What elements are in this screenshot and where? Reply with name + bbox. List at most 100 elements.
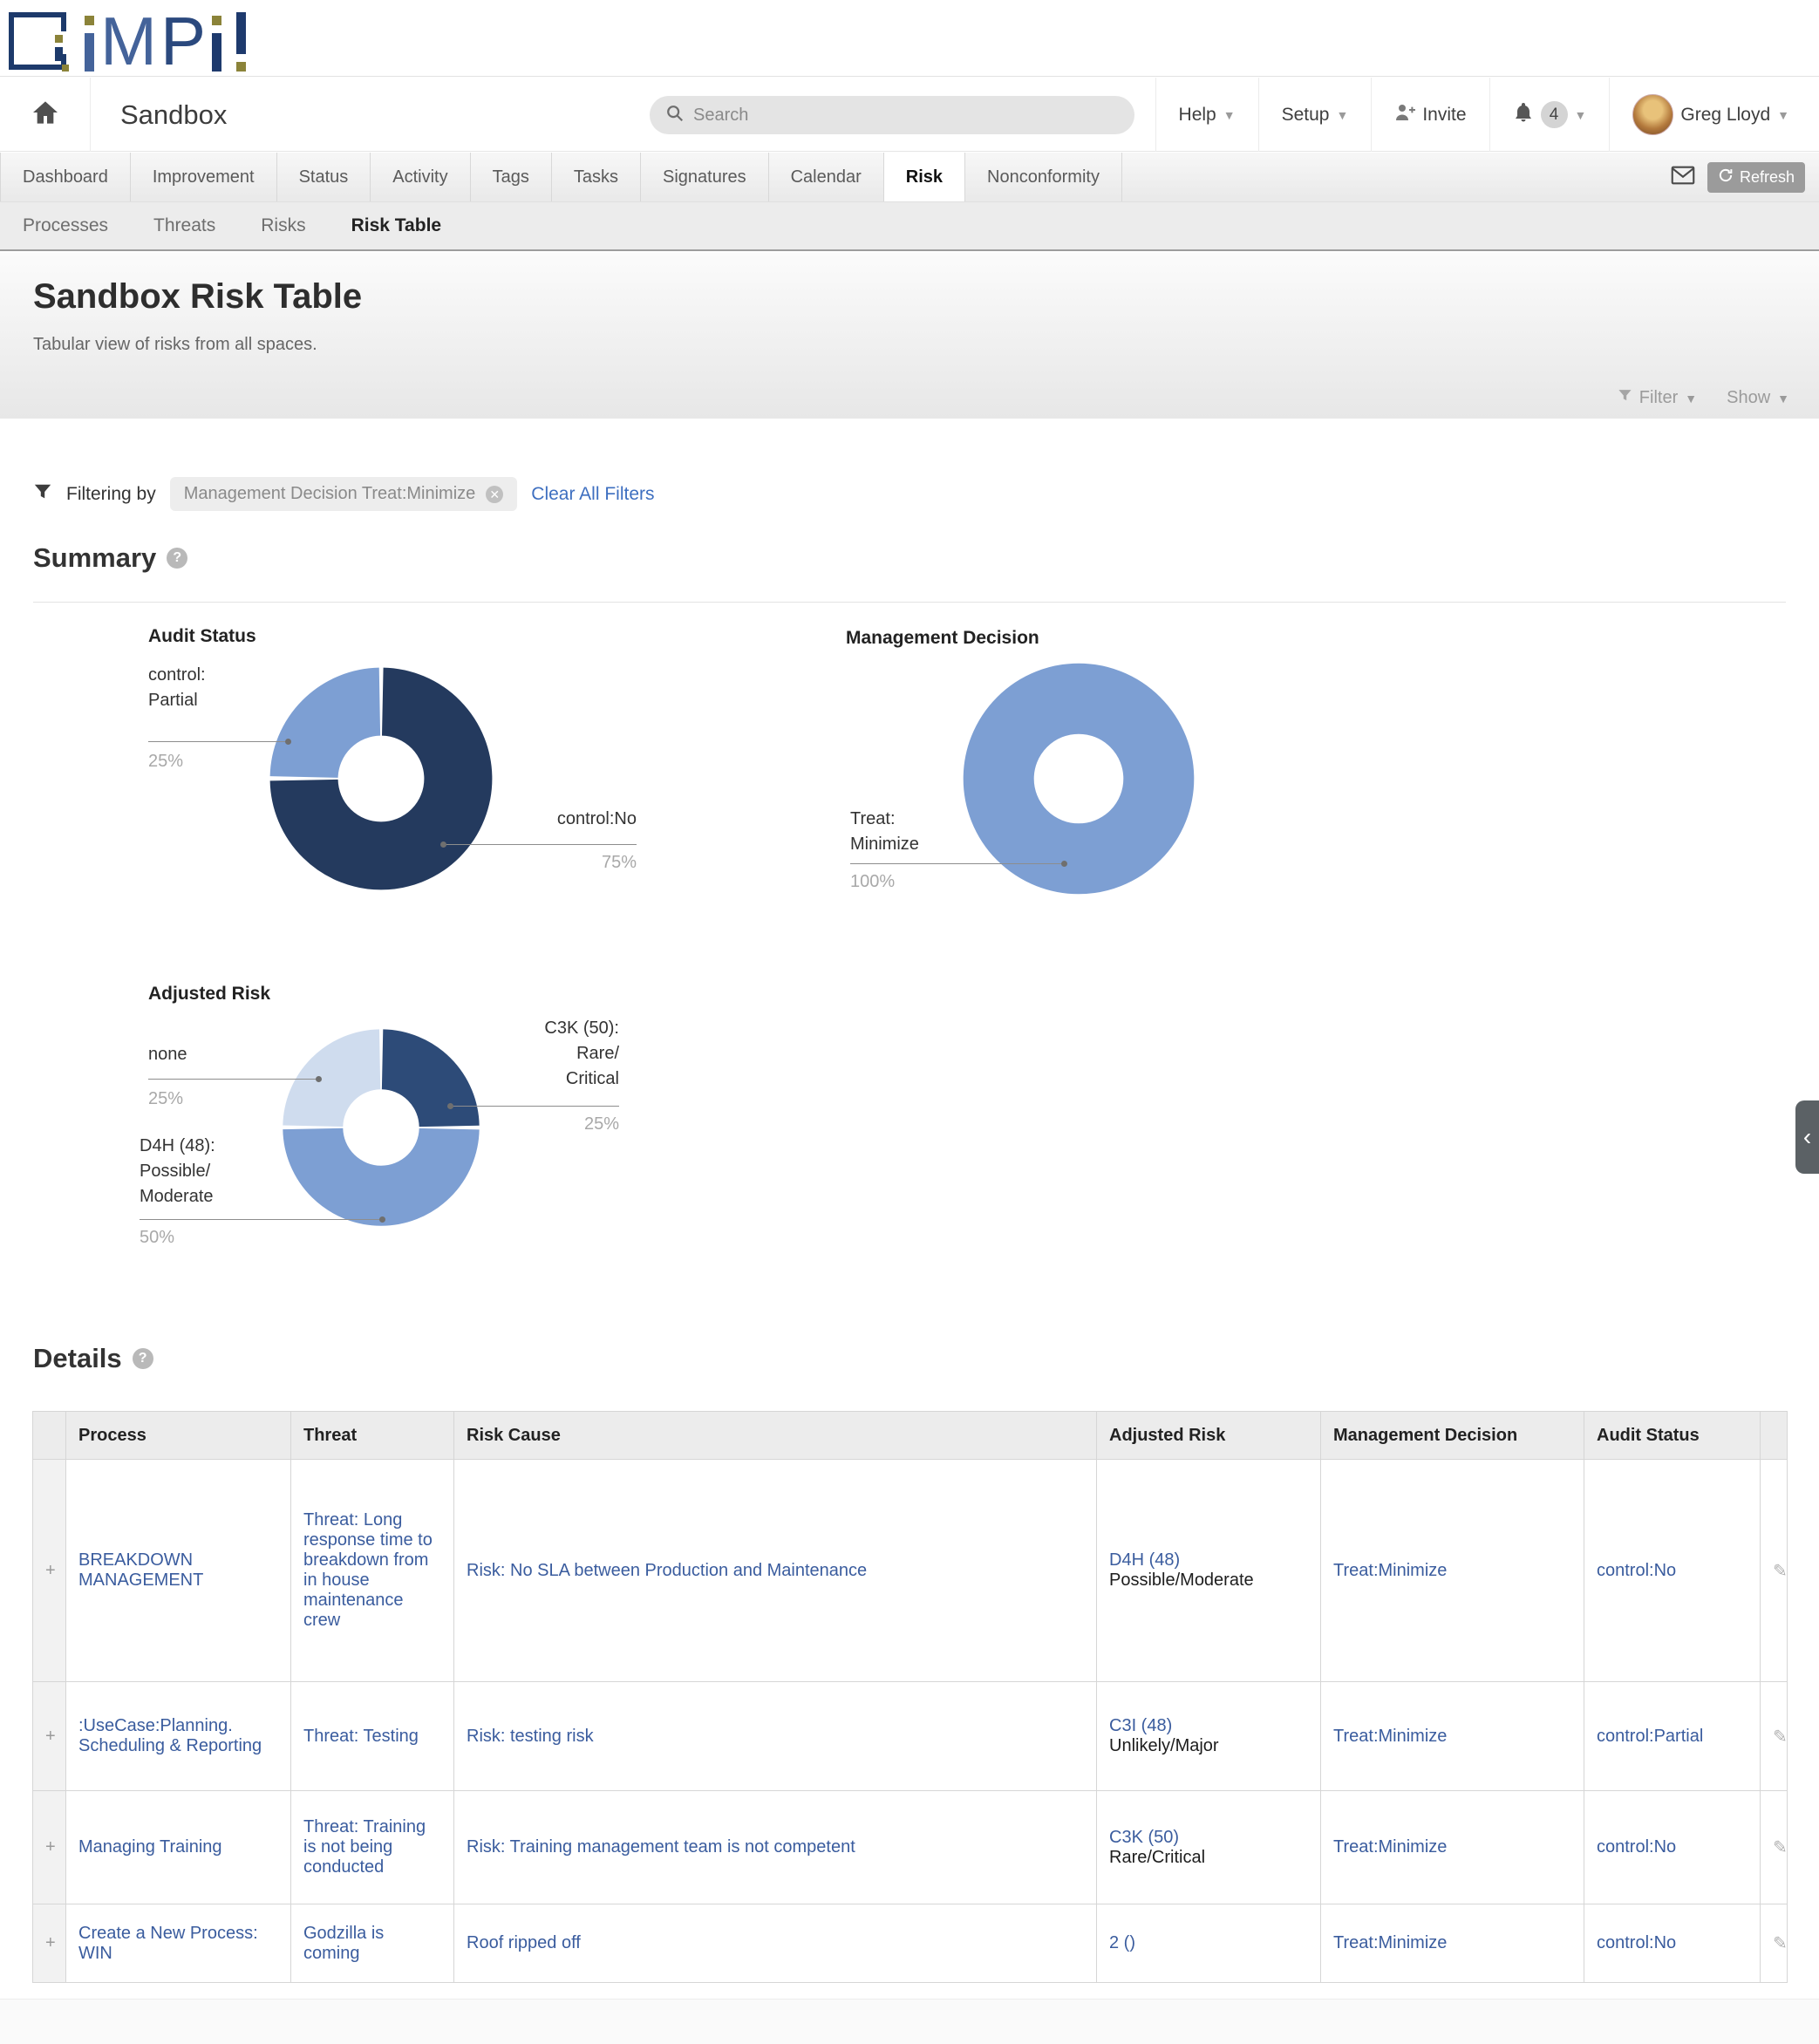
tab-risk[interactable]: Risk bbox=[884, 153, 965, 201]
slice-label: control:No bbox=[462, 807, 637, 832]
row-expander[interactable]: + bbox=[33, 1791, 66, 1904]
process-link[interactable]: Managing Training bbox=[78, 1837, 222, 1857]
adjusted-risk-text: Rare/Critical bbox=[1109, 1848, 1205, 1867]
risk-cause-link[interactable]: Roof ripped off bbox=[467, 1933, 581, 1952]
edit-button[interactable]: ✎ bbox=[1761, 1904, 1788, 1983]
threat-link[interactable]: Threat: Long response time to breakdown … bbox=[303, 1510, 433, 1630]
filter-chip[interactable]: Management Decision Treat:Minimize ✕ bbox=[170, 477, 518, 511]
tab-activity[interactable]: Activity bbox=[371, 153, 470, 201]
slice-percent: 25% bbox=[148, 752, 183, 772]
slice-percent: 75% bbox=[462, 853, 637, 873]
page-title: Sandbox Risk Table bbox=[33, 277, 362, 317]
tab-tags[interactable]: Tags bbox=[471, 153, 552, 201]
header-expander bbox=[33, 1412, 66, 1460]
risk-cause-link[interactable]: Risk: testing risk bbox=[467, 1727, 594, 1746]
logo-letter-i1 bbox=[85, 7, 94, 72]
tab-improvement[interactable]: Improvement bbox=[131, 153, 277, 201]
invite-button[interactable]: Invite bbox=[1371, 78, 1489, 152]
tab-signatures[interactable]: Signatures bbox=[641, 153, 769, 201]
subtab-risk-table[interactable]: Risk Table bbox=[351, 215, 441, 236]
page-header-band: Sandbox Risk Table Tabular view of risks… bbox=[0, 253, 1819, 419]
subtab-threats[interactable]: Threats bbox=[153, 215, 215, 236]
help-icon[interactable]: ? bbox=[167, 548, 187, 569]
search-box[interactable] bbox=[650, 96, 1134, 134]
logo-square-icon bbox=[9, 12, 66, 70]
tab-dashboard[interactable]: Dashboard bbox=[0, 153, 131, 201]
plus-icon: + bbox=[45, 1933, 56, 1952]
table-row: + :UseCase:Planning. Scheduling & Report… bbox=[33, 1682, 1788, 1791]
process-link[interactable]: BREAKDOWN MANAGEMENT bbox=[78, 1550, 203, 1590]
management-decision-link[interactable]: Treat:Minimize bbox=[1333, 1561, 1447, 1580]
refresh-button[interactable]: Refresh bbox=[1707, 162, 1805, 193]
filtering-by-label: Filtering by bbox=[66, 484, 156, 505]
filter-menu[interactable]: Filter ▼ bbox=[1618, 388, 1697, 408]
threat-link[interactable]: Godzilla is coming bbox=[303, 1924, 384, 1963]
row-expander[interactable]: + bbox=[33, 1682, 66, 1791]
adjusted-risk-link[interactable]: C3K (50) bbox=[1109, 1828, 1179, 1847]
home-icon bbox=[31, 99, 59, 131]
show-menu[interactable]: Show ▼ bbox=[1727, 388, 1789, 408]
app-logo[interactable]: M P bbox=[9, 5, 246, 72]
help-icon[interactable]: ? bbox=[133, 1348, 153, 1369]
user-menu[interactable]: Greg Lloyd ▼ bbox=[1609, 78, 1812, 152]
remove-filter-icon[interactable]: ✕ bbox=[486, 486, 503, 503]
setup-menu[interactable]: Setup ▼ bbox=[1258, 78, 1372, 152]
edit-button[interactable]: ✎ bbox=[1761, 1791, 1788, 1904]
tab-tasks[interactable]: Tasks bbox=[552, 153, 641, 201]
envelope-icon[interactable] bbox=[1671, 165, 1695, 190]
header-risk-cause[interactable]: Risk Cause bbox=[454, 1412, 1097, 1460]
subtab-processes[interactable]: Processes bbox=[23, 215, 108, 236]
user-name: Greg Lloyd bbox=[1680, 105, 1770, 126]
slice-label: C3K (50): Rare/ Critical bbox=[462, 1016, 619, 1092]
risk-cause-link[interactable]: Risk: No SLA between Production and Main… bbox=[467, 1561, 867, 1580]
funnel-icon bbox=[1618, 388, 1632, 408]
management-decision-link[interactable]: Treat:Minimize bbox=[1333, 1933, 1447, 1952]
threat-link[interactable]: Threat: Testing bbox=[303, 1727, 419, 1746]
plus-icon: + bbox=[45, 1561, 56, 1580]
audit-status-link[interactable]: control:No bbox=[1597, 1837, 1676, 1857]
edit-button[interactable]: ✎ bbox=[1761, 1682, 1788, 1791]
logo-dash bbox=[55, 47, 63, 61]
adjusted-risk-link[interactable]: 2 () bbox=[1109, 1933, 1135, 1952]
notification-count-badge: 4 bbox=[1541, 101, 1568, 128]
adjusted-risk-text: Possible/Moderate bbox=[1109, 1570, 1254, 1590]
home-button[interactable] bbox=[0, 78, 91, 152]
management-decision-link[interactable]: Treat:Minimize bbox=[1333, 1727, 1447, 1746]
edit-button[interactable]: ✎ bbox=[1761, 1460, 1788, 1682]
header-management-decision[interactable]: Management Decision bbox=[1321, 1412, 1584, 1460]
audit-status-link[interactable]: control:No bbox=[1597, 1561, 1676, 1580]
header-process[interactable]: Process bbox=[66, 1412, 291, 1460]
logo-exclamation bbox=[236, 7, 246, 72]
search-input[interactable] bbox=[693, 106, 1094, 126]
process-link[interactable]: :UseCase:Planning. Scheduling & Reportin… bbox=[78, 1716, 262, 1755]
risk-cause-link[interactable]: Risk: Training management team is not co… bbox=[467, 1837, 855, 1857]
collapse-panel-handle[interactable]: ‹ bbox=[1795, 1100, 1819, 1174]
help-menu[interactable]: Help ▼ bbox=[1155, 78, 1258, 152]
management-decision-link[interactable]: Treat:Minimize bbox=[1333, 1837, 1447, 1857]
leader-line bbox=[449, 1106, 619, 1107]
notifications-menu[interactable]: 4 ▼ bbox=[1489, 78, 1610, 152]
header-audit-status[interactable]: Audit Status bbox=[1584, 1412, 1761, 1460]
adjusted-risk-link[interactable]: D4H (48) bbox=[1109, 1550, 1180, 1570]
threat-link[interactable]: Threat: Training is not being conducted bbox=[303, 1817, 426, 1877]
app-bar-right: Help ▼ Setup ▼ Invite 4 ▼ Greg Lloyd ▼ bbox=[1155, 78, 1812, 152]
tab-nonconformity[interactable]: Nonconformity bbox=[965, 153, 1122, 201]
subtab-risks[interactable]: Risks bbox=[261, 215, 305, 236]
audit-status-link[interactable]: control:No bbox=[1597, 1933, 1676, 1952]
row-expander[interactable]: + bbox=[33, 1460, 66, 1682]
table-row: + Managing Training Threat: Training is … bbox=[33, 1791, 1788, 1904]
header-threat[interactable]: Threat bbox=[291, 1412, 454, 1460]
adjusted-risk-link[interactable]: C3I (48) bbox=[1109, 1716, 1172, 1735]
process-link[interactable]: Create a New Process: WIN bbox=[78, 1924, 258, 1963]
clear-all-filters-link[interactable]: Clear All Filters bbox=[531, 484, 654, 505]
audit-status-chart-title: Audit Status bbox=[148, 626, 256, 647]
tab-calendar[interactable]: Calendar bbox=[769, 153, 884, 201]
row-expander[interactable]: + bbox=[33, 1904, 66, 1983]
tab-status[interactable]: Status bbox=[277, 153, 371, 201]
logo-gold-dot bbox=[55, 35, 63, 43]
audit-status-link[interactable]: control:Partial bbox=[1597, 1727, 1703, 1746]
header-adjusted-risk[interactable]: Adjusted Risk bbox=[1097, 1412, 1321, 1460]
table-row: + Create a New Process: WIN Godzilla is … bbox=[33, 1904, 1788, 1983]
slice-label: Treat: Minimize bbox=[850, 807, 1025, 857]
logo-letter-P: P bbox=[160, 10, 206, 72]
